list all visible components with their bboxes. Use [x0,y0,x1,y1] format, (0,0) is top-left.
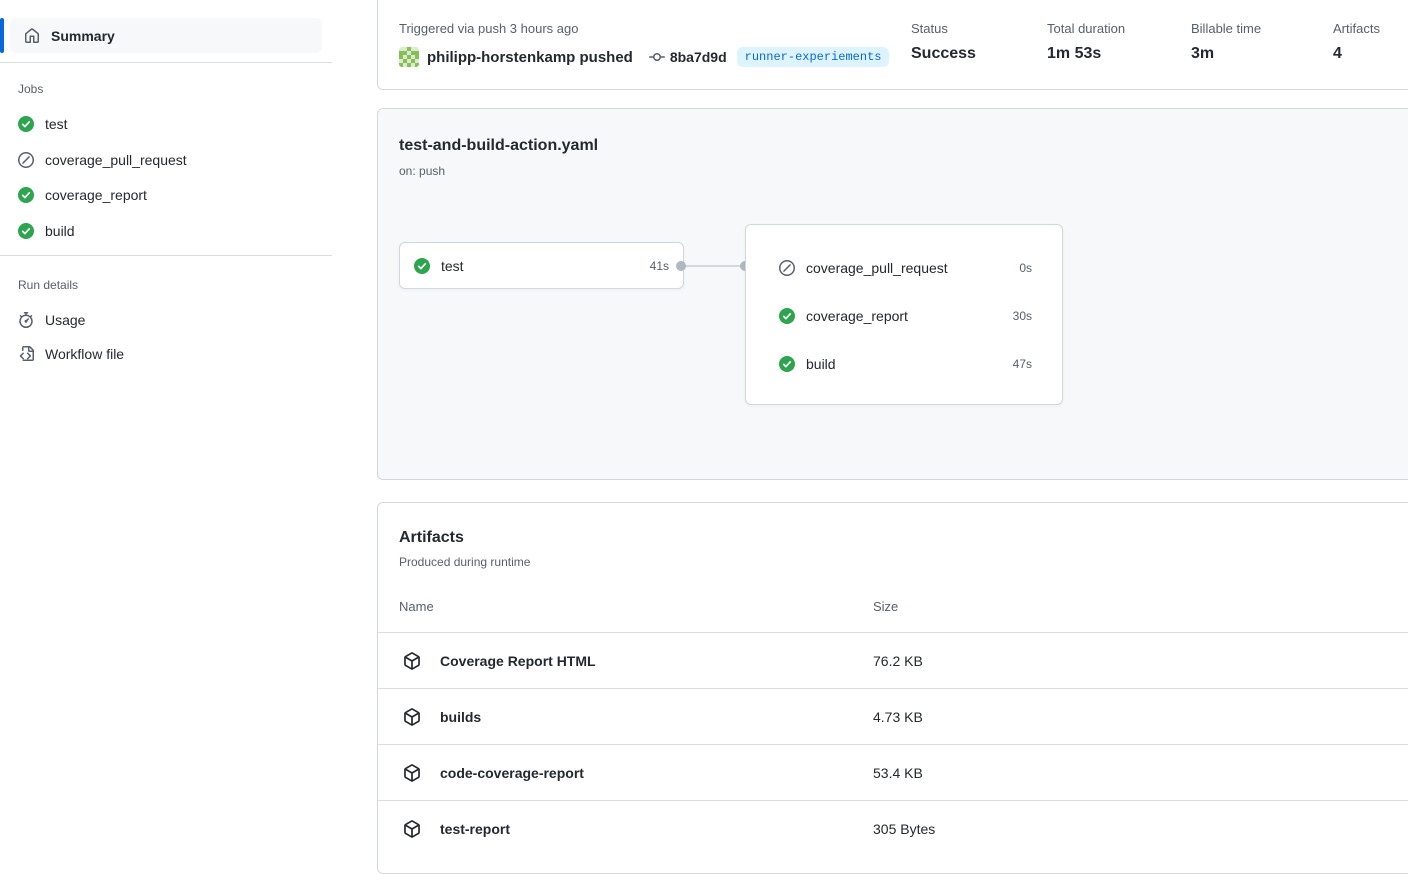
summary-label: Summary [51,28,115,44]
sidebar-item-summary[interactable]: Summary [10,18,322,53]
branch-badge[interactable]: runner-experiements [737,47,890,67]
run-details-section-header: Run details [18,278,78,292]
stat-label: Total duration [1047,21,1125,36]
sidebar-item-job-coverage-report[interactable]: coverage_report [18,185,147,205]
actor-name[interactable]: philipp-horstenkamp pushed [427,49,633,66]
sidebar-item-job-build[interactable]: build [18,221,75,241]
check-circle-icon [18,223,34,239]
artifact-name-link[interactable]: Coverage Report HTML [440,653,596,669]
job-label: coverage_report [45,187,147,203]
job-label: test [45,116,68,132]
check-circle-icon [414,258,430,274]
stat-value: 1m 53s [1047,45,1101,63]
stat-label: Billable time [1191,21,1261,36]
column-header-size: Size [873,599,898,614]
stopwatch-icon [18,312,34,328]
artifacts-card: Artifacts Produced during runtime Name S… [377,502,1408,874]
sidebar-divider [0,255,332,256]
avatar[interactable] [399,47,419,67]
artifact-name-link[interactable]: builds [440,709,481,725]
commit-info: 8ba7d9d [649,49,727,65]
skip-icon [779,260,795,276]
trigger-info: Triggered via push 3 hours ago [399,21,578,36]
workflow-graph-card: test-and-build-action.yaml on: push test… [377,108,1408,480]
package-icon [403,652,421,670]
workflow-trigger: on: push [399,164,445,178]
stat-value: 4 [1333,45,1342,63]
stat-value: 3m [1191,45,1214,63]
graph-node-coverage-pull-request[interactable]: coverage_pull_request 0s [746,244,1062,292]
job-label: build [806,356,1002,372]
graph-node-coverage-report[interactable]: coverage_report 30s [746,292,1062,340]
stat-value: Success [911,45,976,63]
job-label: coverage_report [806,308,1002,324]
graph-node-build[interactable]: build 47s [746,340,1062,388]
run-summary-header: Triggered via push 3 hours ago philipp-h… [377,0,1408,90]
active-indicator [0,18,4,53]
job-duration: 47s [1013,357,1032,371]
package-icon [403,764,421,782]
check-circle-icon [779,308,795,324]
job-duration: 30s [1013,309,1032,323]
artifact-row[interactable]: code-coverage-report 53.4 KB [378,744,1408,800]
commit-sha-link[interactable]: 8ba7d9d [670,49,727,65]
sidebar-item-workflow-file[interactable]: Workflow file [18,344,124,364]
main-content: Triggered via push 3 hours ago philipp-h… [377,0,1408,858]
check-circle-icon [779,356,795,372]
artifact-row[interactable]: Coverage Report HTML 76.2 KB [378,632,1408,688]
job-label: build [45,223,75,239]
artifact-name-link[interactable]: code-coverage-report [440,765,584,781]
artifact-row[interactable]: builds 4.73 KB [378,688,1408,744]
skip-icon [18,152,34,168]
artifact-size: 4.73 KB [873,709,923,725]
git-commit-icon [649,49,665,65]
jobs-section-header: Jobs [18,82,43,96]
graph-node-group: coverage_pull_request 0s coverage_report… [745,224,1063,405]
workflow-file-name: test-and-build-action.yaml [399,137,598,155]
workflow-file-label: Workflow file [45,346,124,362]
sidebar-item-job-coverage-pull-request[interactable]: coverage_pull_request [18,150,187,170]
stat-label: Status [911,21,948,36]
package-icon [403,708,421,726]
file-code-icon [18,346,34,362]
job-duration: 41s [650,259,669,273]
stat-label: Artifacts [1333,21,1380,36]
package-icon [403,820,421,838]
graph-node-test[interactable]: test 41s [399,242,684,289]
job-duration: 0s [1019,261,1032,275]
graph-edge [681,265,745,267]
usage-label: Usage [45,312,85,328]
artifact-size: 53.4 KB [873,765,923,781]
check-circle-icon [18,116,34,132]
job-label: test [441,258,639,274]
artifacts-title: Artifacts [399,529,464,547]
job-label: coverage_pull_request [45,152,187,168]
check-circle-icon [18,187,34,203]
sidebar-divider [0,62,332,63]
actor-row: philipp-horstenkamp pushed 8ba7d9d runne… [399,46,889,68]
job-label: coverage_pull_request [806,260,1008,276]
sidebar-item-usage[interactable]: Usage [18,310,85,330]
column-header-name: Name [399,599,434,614]
artifacts-subtitle: Produced during runtime [399,555,530,569]
home-icon [24,28,40,44]
artifact-name-link[interactable]: test-report [440,821,510,837]
artifact-size: 76.2 KB [873,653,923,669]
artifact-row[interactable]: test-report 305 Bytes [378,800,1408,856]
sidebar: Summary Jobs test coverage_pull_request … [0,0,333,858]
graph-edge-dot [676,261,686,271]
sidebar-item-job-test[interactable]: test [18,114,68,134]
artifact-size: 305 Bytes [873,821,935,837]
